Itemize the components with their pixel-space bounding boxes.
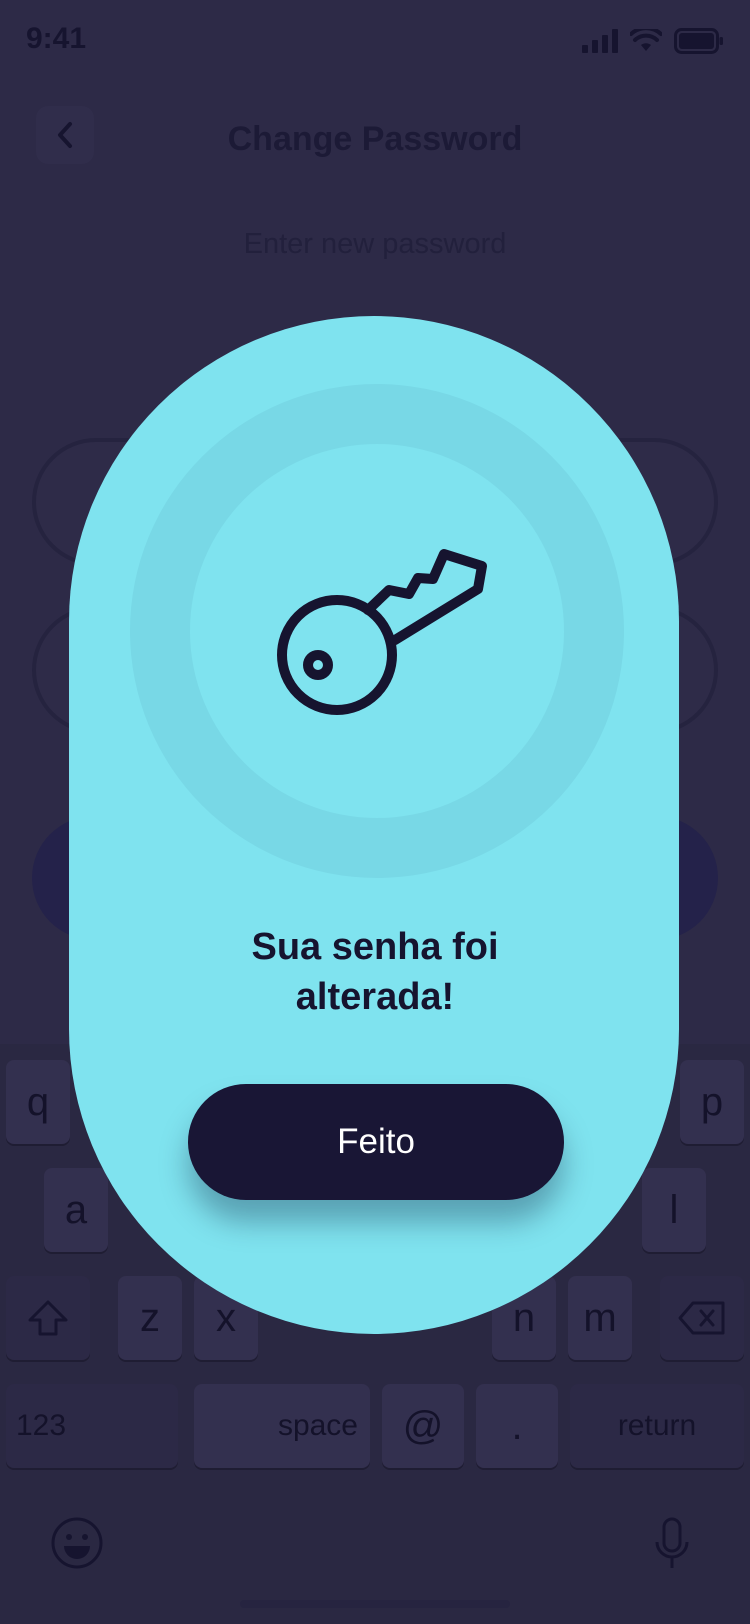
status-time: 9:41 xyxy=(26,22,87,55)
delete-key[interactable] xyxy=(660,1276,744,1360)
cellular-signal-icon xyxy=(582,29,618,53)
microphone-icon[interactable] xyxy=(652,1516,692,1572)
emoji-icon[interactable] xyxy=(50,1516,104,1570)
success-message: Sua senha foi alterada! xyxy=(180,922,570,1022)
status-icons xyxy=(582,28,724,54)
dot-key[interactable]: . xyxy=(476,1384,558,1468)
space-key[interactable]: space xyxy=(194,1384,370,1468)
backspace-icon xyxy=(678,1301,725,1335)
key-z[interactable]: z xyxy=(118,1276,182,1360)
home-indicator xyxy=(240,1600,510,1608)
key-a[interactable]: a xyxy=(44,1168,108,1252)
key-q[interactable]: q xyxy=(6,1060,70,1144)
return-key[interactable]: return xyxy=(570,1384,744,1468)
success-message-line2: alterada! xyxy=(295,976,455,1018)
key-p[interactable]: p xyxy=(680,1060,744,1144)
key-m[interactable]: m xyxy=(568,1276,632,1360)
battery-icon xyxy=(674,28,723,54)
numbers-key[interactable]: 123 xyxy=(6,1384,178,1468)
key-l[interactable]: l xyxy=(642,1168,706,1252)
wifi-icon xyxy=(630,29,662,51)
page-title: Change Password xyxy=(227,120,523,158)
shift-icon xyxy=(28,1300,68,1336)
page-subtitle: Enter new password xyxy=(243,228,507,260)
at-key[interactable]: @ xyxy=(382,1384,464,1468)
key-icon xyxy=(277,549,487,715)
shift-key[interactable] xyxy=(6,1276,90,1360)
success-message-line1: Sua senha foi xyxy=(251,926,499,968)
done-button[interactable]: Feito xyxy=(188,1084,564,1200)
